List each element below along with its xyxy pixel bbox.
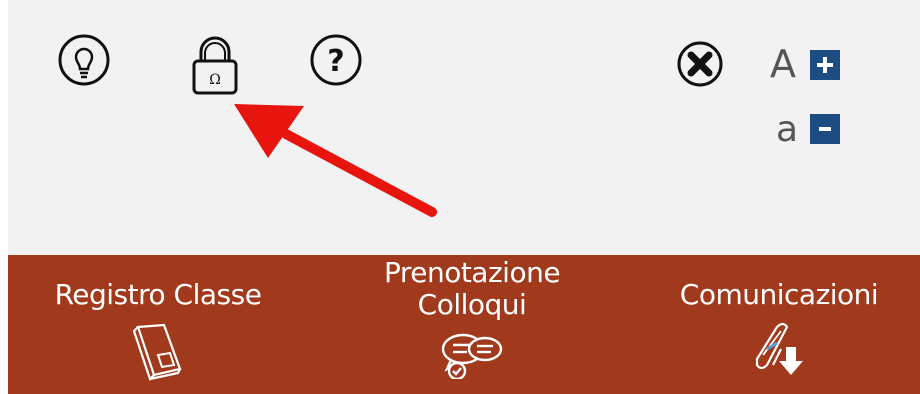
chat-bubbles-icon (441, 333, 503, 379)
top-toolbar: Ω ? A a (8, 0, 920, 255)
plus-icon (817, 57, 833, 73)
nav-prenotazione-label-2: Colloqui (417, 288, 527, 321)
increase-font-button[interactable] (810, 50, 840, 80)
help-icon[interactable]: ? (308, 32, 364, 88)
nav-prenotazione-label-1: Prenotazione (383, 256, 561, 289)
decrease-font-button[interactable] (810, 114, 840, 144)
nav-comunicazioni[interactable]: Comunicazioni (644, 279, 914, 383)
nav-registro-label: Registro Classe (54, 278, 262, 311)
scroll-download-icon (755, 322, 803, 375)
svg-text:?: ? (327, 44, 344, 79)
svg-text:Ω: Ω (209, 72, 221, 88)
lock-icon[interactable]: Ω (190, 34, 240, 96)
increase-font-letter: A (770, 42, 796, 86)
nav-registro-classe[interactable]: Registro Classe (22, 279, 294, 383)
book-icon (132, 323, 182, 382)
lightbulb-icon[interactable] (56, 32, 112, 88)
main-nav: Registro Classe Prenotazione Colloqui Co… (8, 255, 920, 394)
nav-prenotazione-colloqui[interactable]: Prenotazione Colloqui (326, 257, 618, 379)
close-circle-icon[interactable] (676, 40, 724, 88)
nav-comunicazioni-label: Comunicazioni (679, 278, 879, 311)
decrease-font-letter: a (776, 109, 799, 150)
minus-icon (819, 127, 831, 131)
